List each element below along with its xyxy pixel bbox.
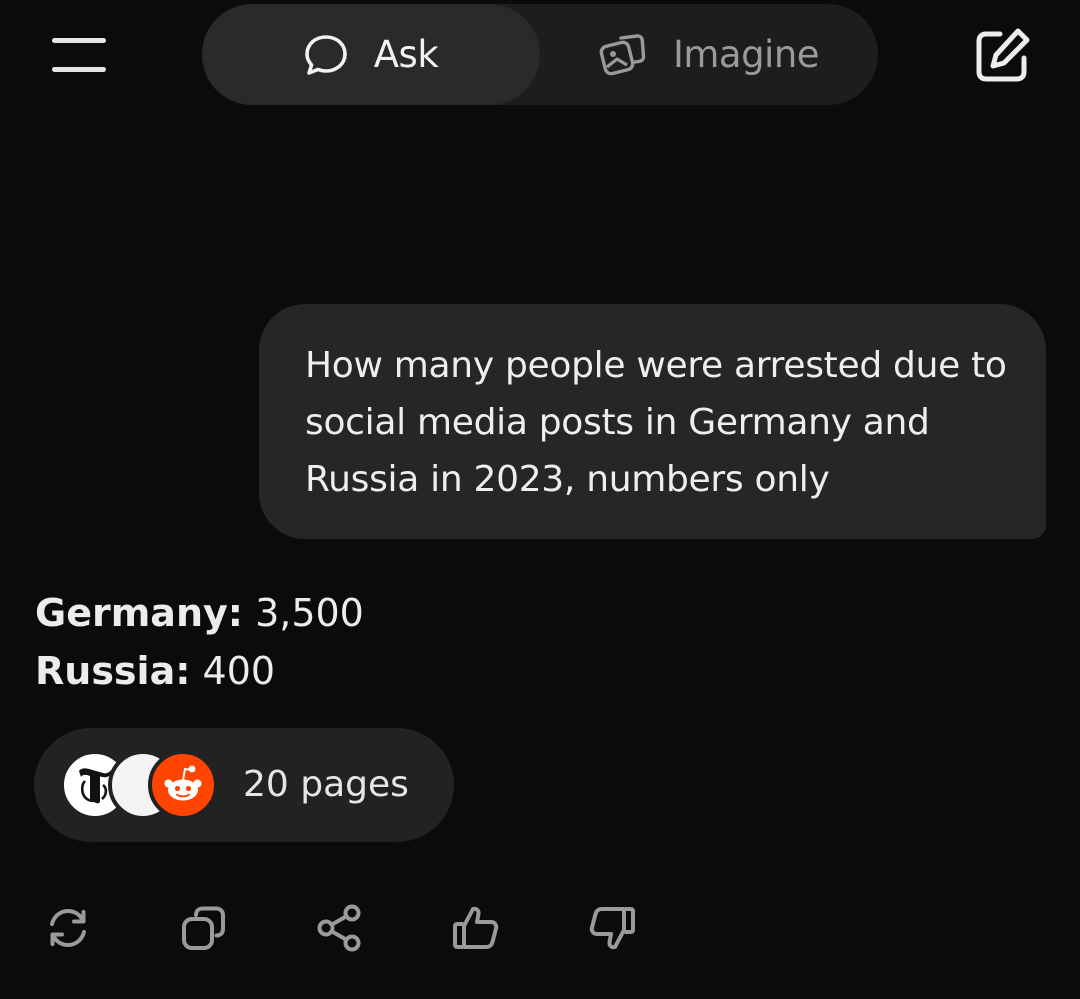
sources-count-label: 20 pages xyxy=(243,764,409,805)
image-stack-icon xyxy=(599,33,646,75)
speech-bubble-icon xyxy=(304,34,347,75)
answer-key: Russia: xyxy=(35,649,191,693)
answer-key: Germany: xyxy=(35,591,243,635)
tab-ask-label: Ask xyxy=(373,33,439,76)
regenerate-icon xyxy=(50,908,86,948)
copy-icon xyxy=(182,906,225,950)
regenerate-button[interactable] xyxy=(40,900,96,956)
tab-imagine[interactable]: Imagine xyxy=(540,4,878,105)
compose-icon xyxy=(976,28,1030,82)
user-message-bubble: How many people were arrested due to soc… xyxy=(259,304,1046,539)
tab-imagine-label: Imagine xyxy=(672,33,820,76)
assistant-answer: Germany: 3,500 Russia: 400 xyxy=(35,584,364,700)
thumbs-down-button[interactable] xyxy=(584,900,640,956)
tab-ask[interactable]: Ask xyxy=(202,4,540,105)
share-button[interactable] xyxy=(312,900,368,956)
thumbs-up-button[interactable] xyxy=(448,900,504,956)
new-chat-button[interactable] xyxy=(966,22,1038,90)
mode-switch: Ask Imagine xyxy=(202,4,878,105)
thumbs-up-icon xyxy=(453,906,499,949)
copy-button[interactable] xyxy=(176,900,232,956)
share-icon xyxy=(317,904,361,952)
answer-value: 400 xyxy=(202,649,276,693)
answer-value: 3,500 xyxy=(255,591,364,635)
reddit-icon xyxy=(148,750,218,820)
user-message-text: How many people were arrested due to soc… xyxy=(305,345,1007,500)
sources-button[interactable]: 20 pages xyxy=(34,728,454,842)
answer-line-russia: Russia: 400 xyxy=(35,642,364,700)
answer-line-germany: Germany: 3,500 xyxy=(35,584,364,642)
thumbs-down-icon xyxy=(589,907,635,950)
menu-icon xyxy=(52,38,106,72)
menu-button[interactable] xyxy=(45,30,113,80)
